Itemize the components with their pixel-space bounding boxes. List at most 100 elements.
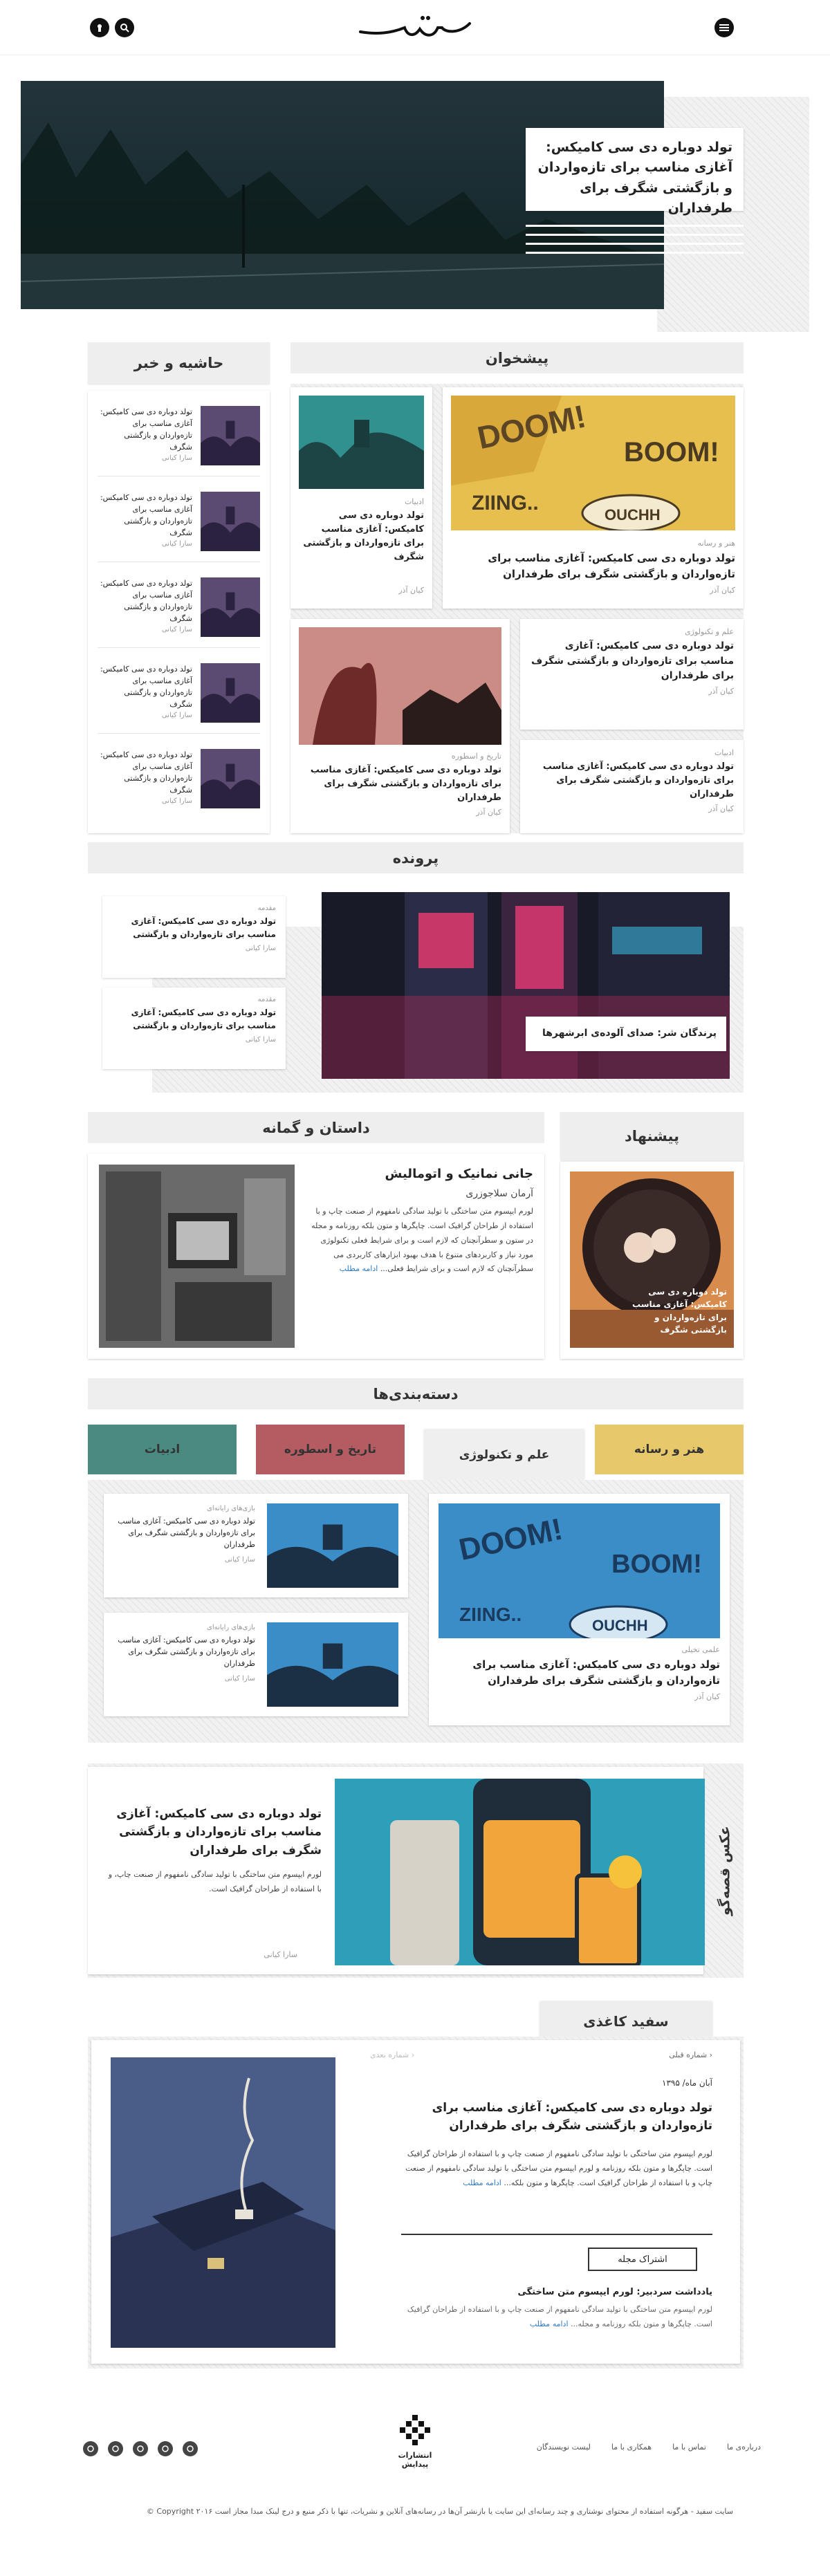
- sidebar-item-thumbnail: [201, 663, 260, 723]
- categories-item-category: بازی‌های رایانه‌ای: [207, 1624, 255, 1631]
- sefid-divider: [401, 2234, 712, 2235]
- categories-item[interactable]: بازی‌های رایانه‌ای تولد دوباره دی سی کامی…: [104, 1494, 408, 1597]
- search-button[interactable]: [115, 18, 134, 37]
- svg-text:OUCHH: OUCHH: [592, 1617, 648, 1634]
- sefid-cover[interactable]: [111, 2057, 335, 2348]
- twitter-icon[interactable]: [133, 2441, 148, 2456]
- sidebar-item-thumbnail: [201, 492, 260, 551]
- logo-mark: [359, 16, 471, 37]
- main-author: کیان آذر: [710, 585, 735, 595]
- instagram-icon[interactable]: [83, 2441, 98, 2456]
- sidebar-item-author: سارا کیانی: [161, 626, 192, 633]
- sidebar-item-title: تولد دوباره دی سی کامیکس: آغازی مناسب بر…: [100, 665, 192, 710]
- pishkhan-b2-card[interactable]: ادبیات تولد دوباره دی سی کامیکس: آغازی م…: [520, 740, 744, 833]
- prev-issue-label: شماره قبلی: [669, 2050, 708, 2059]
- story-read-more[interactable]: ادامه مطلب: [340, 1264, 378, 1273]
- dastan-image: [99, 1165, 295, 1348]
- next-issue-link[interactable]: شماره بعدی ›: [370, 2050, 453, 2059]
- pishkhan-b3-card[interactable]: تاریخ و اسطوره تولد دوباره دی سی کامیکس:…: [290, 619, 510, 833]
- side-image: [299, 396, 424, 489]
- pishkhan-main-card[interactable]: DOOM! BOOM! ZIING.. OUCHH هنر و رسانه تو…: [443, 387, 744, 609]
- categories-main-card[interactable]: DOOM! BOOM! ZIING.. OUCHH علمی تخیلی تول…: [429, 1494, 730, 1725]
- sidebar-item-author: سارا کیانی: [161, 540, 192, 548]
- footer-link[interactable]: درباره‌ی ما: [727, 2443, 761, 2452]
- sidebar-item-thumbnail: [201, 406, 260, 465]
- footer-link[interactable]: تماس با ما: [672, 2443, 706, 2452]
- sidebar-item-title: تولد دوباره دی سی کامیکس: آغازی مناسب بر…: [100, 407, 192, 452]
- account-button[interactable]: [90, 18, 109, 37]
- tab-art[interactable]: هنر و رسانه: [595, 1425, 744, 1474]
- side-author: کیان آذر: [398, 585, 424, 595]
- side-category: ادبیات: [404, 497, 424, 506]
- categories-item-thumbnail: [267, 1622, 398, 1707]
- sidebar-item-title: تولد دوباره دی سی کامیکس: آغازی مناسب بر…: [100, 493, 192, 538]
- b3-title: تولد دوباره دی سی کامیکس: آغازی مناسب بر…: [310, 765, 501, 804]
- categories-item-title: تولد دوباره دی سی کامیکس: آغازی مناسب بر…: [118, 1636, 255, 1669]
- email-icon[interactable]: [183, 2441, 198, 2456]
- aks-author: سارا کیانی: [264, 1950, 297, 1959]
- social-links: [83, 2441, 198, 2456]
- parvande-item-title: تولد دوباره دی سی کامیکس: آغازی مناسب بر…: [131, 916, 276, 939]
- pishnahad-image: تولد دوباره دی سی کامیکس: آغازی مناسب بر…: [570, 1171, 734, 1348]
- b1-title: تولد دوباره دی سی کامیکس: آغازی مناسب بر…: [531, 640, 734, 682]
- issue-date: آبان ماه/ ۱۳۹۵: [662, 2078, 712, 2088]
- pishkhan-b1-card[interactable]: علم و تکنولوژی تولد دوباره دی سی کامیکس:…: [520, 619, 744, 730]
- comic-image: DOOM! BOOM! ZIING.. OUCHH: [451, 396, 735, 530]
- footer-link[interactable]: لیست نویسندگان: [537, 2443, 591, 2452]
- parvande-item-category: مقدمه: [257, 996, 276, 1003]
- tab-literature[interactable]: ادبیات: [88, 1425, 237, 1474]
- sefid-read-more[interactable]: ادامه مطلب: [463, 2178, 501, 2187]
- facebook-icon[interactable]: [108, 2441, 123, 2456]
- sidebar-item-title: تولد دوباره دی سی کامیکس: آغازی مناسب بر…: [100, 750, 192, 795]
- sidebar-item[interactable]: تولد دوباره دی سی کامیکس: آغازی مناسب بر…: [98, 734, 260, 819]
- sidebar-title: حاشیه و خبر: [88, 342, 270, 384]
- sidebar-item[interactable]: تولد دوباره دی سی کامیکس: آغازی مناسب بر…: [98, 391, 260, 476]
- pishnahad-title: پیشنهاد: [560, 1112, 744, 1160]
- bottles-illustration: [335, 1779, 705, 1965]
- hero-caption[interactable]: تولد دوباره دی سی کامیکس: آغازی مناسب بر…: [526, 128, 744, 216]
- sefid-body: لورم ایپسوم متن ساختگی با تولید سادگی نا…: [401, 2147, 712, 2191]
- sefid-tab[interactable]: سفید کاغذی: [540, 2002, 712, 2040]
- publisher-logo[interactable]: انتشارات پیدایش: [387, 2415, 443, 2469]
- pishnahad-card[interactable]: تولد دوباره دی سی کامیکس: آغازی مناسب بر…: [560, 1162, 744, 1359]
- svg-text:BOOM!: BOOM!: [611, 1550, 702, 1579]
- feature-title: پرندگان شر: صدای آلوده‌ی ابرشهرها: [542, 1028, 717, 1039]
- b2-author: کیان آذر: [708, 804, 734, 814]
- dastan-card[interactable]: جانی نمانیک و اتومالیش آرمان سلاجوزری لو…: [88, 1153, 544, 1359]
- parvande-item-title: تولد دوباره دی سی کامیکس: آغازی مناسب بر…: [131, 1008, 276, 1030]
- story-title: جانی نمانیک و اتومالیش: [385, 1167, 533, 1181]
- parvande-item-category: مقدمه: [257, 905, 276, 912]
- categories-item-author: سارا کیانی: [224, 1675, 255, 1683]
- sidebar-list: تولد دوباره دی سی کامیکس: آغازی مناسب بر…: [88, 391, 270, 833]
- next-issue-label: شماره بعدی: [370, 2050, 409, 2059]
- side-title: تولد دوباره دی سی کامیکس: آغازی مناسب بر…: [303, 510, 424, 563]
- sidebar-item[interactable]: تولد دوباره دی سی کامیکس: آغازی مناسب بر…: [98, 648, 260, 734]
- sidebar-item-thumbnail: [201, 749, 260, 808]
- subscribe-button[interactable]: اشتراک مجله: [588, 2248, 697, 2271]
- editor-note-read-more[interactable]: ادامه مطلب: [530, 2319, 569, 2328]
- categories-item[interactable]: بازی‌های رایانه‌ای تولد دوباره دی سی کامی…: [104, 1613, 408, 1716]
- parvande-title: پرونده: [88, 842, 744, 873]
- aks-title: تولد دوباره دی سی کامیکس: آغازی مناسب بر…: [116, 1807, 322, 1857]
- prev-issue-link[interactable]: ‹ شماره قبلی: [609, 2050, 712, 2059]
- blue-comic-illustration: DOOM! BOOM! ZIING.. OUCHH: [439, 1503, 720, 1638]
- tab-history[interactable]: تاریخ و اسطوره: [256, 1425, 405, 1474]
- menu-icon: [719, 24, 729, 31]
- b1-category: علم و تکنولوژی: [685, 627, 734, 636]
- parvande-item-author: سارا کیانی: [245, 1036, 276, 1044]
- tab-science[interactable]: علم و تکنولوژی: [424, 1430, 584, 1480]
- sidebar-item[interactable]: تولد دوباره دی سی کامیکس: آغازی مناسب بر…: [98, 476, 260, 562]
- sidebar-item[interactable]: تولد دوباره دی سی کامیکس: آغازی مناسب بر…: [98, 562, 260, 648]
- pishkhan-side-card[interactable]: ادبیات تولد دوباره دی سی کامیکس: آغازی م…: [290, 387, 432, 609]
- aks-body: لورم ایپسوم متن ساختگی با تولید سادگی نا…: [108, 1870, 322, 1893]
- hero-lines: [526, 225, 744, 254]
- story-body: لورم ایپسوم متن ساختگی با تولید سادگی نا…: [308, 1205, 533, 1277]
- parvande-item[interactable]: مقدمه تولد دوباره دی سی کامیکس: آغازی منا…: [102, 896, 286, 978]
- parvande-feature-caption[interactable]: پرندگان شر: صدای آلوده‌ی ابرشهرها: [526, 1017, 726, 1051]
- publisher-mark: [400, 2415, 430, 2445]
- parvande-item[interactable]: مقدمه تولد دوباره دی سی کامیکس: آغازی منا…: [102, 988, 286, 1069]
- footer-link[interactable]: همکاری با ما: [611, 2443, 652, 2452]
- site-logo[interactable]: [356, 10, 474, 44]
- telegram-icon[interactable]: [158, 2441, 173, 2456]
- menu-button[interactable]: [714, 18, 734, 37]
